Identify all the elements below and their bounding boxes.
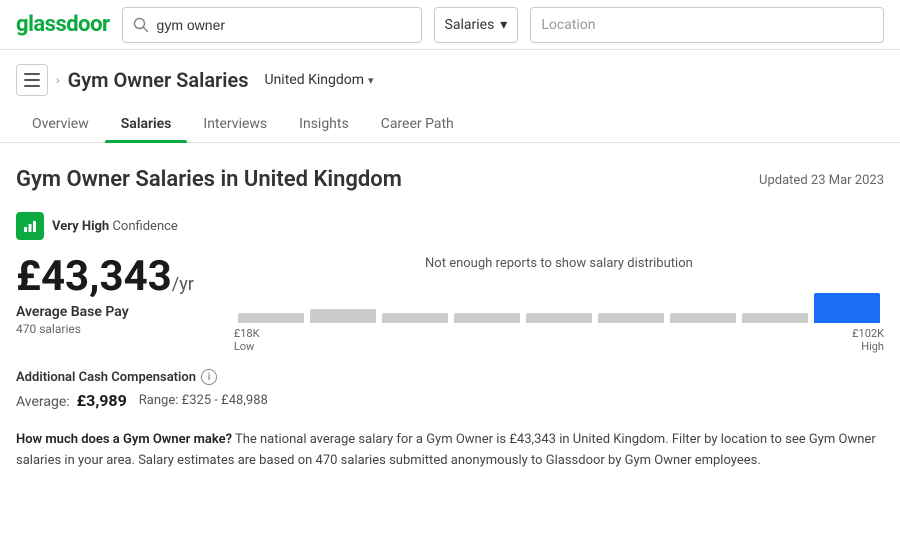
- location-badge[interactable]: United Kingdom ▾: [265, 72, 374, 88]
- location-badge-chevron: ▾: [368, 74, 374, 87]
- salary-display-row: £43,343/yr Average Base Pay 470 salaries…: [16, 256, 884, 353]
- chart-bar: [814, 293, 880, 323]
- salary-headline: Gym Owner Salaries in United Kingdom: [16, 167, 402, 192]
- avg-base-pay-label: Average Base Pay: [16, 304, 194, 320]
- info-icon[interactable]: i: [201, 369, 217, 385]
- chart-bar-icon: [22, 218, 38, 234]
- chart-bar: [670, 313, 736, 323]
- top-nav: glassdoor Salaries ▾ Location: [0, 0, 900, 50]
- chart-bars: [234, 283, 884, 323]
- main-content: Gym Owner Salaries in United Kingdom Upd…: [0, 143, 900, 488]
- tab-salaries[interactable]: Salaries: [105, 106, 188, 142]
- salary-headline-row: Gym Owner Salaries in United Kingdom Upd…: [16, 167, 884, 192]
- search-icon: [133, 17, 149, 33]
- description-text: How much does a Gym Owner make? The nati…: [16, 430, 884, 472]
- tab-overview[interactable]: Overview: [16, 106, 105, 142]
- chart-bar: [382, 313, 448, 323]
- chart-bar: [526, 313, 592, 323]
- category-label: Salaries: [445, 17, 495, 33]
- location-badge-text: United Kingdom: [265, 72, 365, 88]
- hamburger-line: [24, 73, 40, 75]
- hamburger-button[interactable]: [16, 64, 48, 96]
- salary-amount: £43,343/yr: [16, 256, 194, 298]
- salary-chart: Not enough reports to show salary distri…: [234, 256, 884, 353]
- chart-bar: [310, 309, 376, 323]
- updated-text: Updated 23 Mar 2023: [759, 173, 884, 188]
- chart-bar: [454, 313, 520, 323]
- chart-labels: £18K Low £102K High: [234, 327, 884, 353]
- additional-comp-row: Average: £3,989 Range: £325 - £48,988: [16, 391, 884, 410]
- chart-bar: [742, 313, 808, 323]
- search-input[interactable]: [157, 17, 411, 33]
- location-input-container[interactable]: Location: [530, 7, 884, 43]
- additional-comp-range: Range: £325 - £48,988: [139, 393, 268, 408]
- salary-left: £43,343/yr Average Base Pay 470 salaries: [16, 256, 194, 336]
- confidence-text: Very High Confidence: [52, 219, 178, 234]
- hamburger-line: [24, 85, 40, 87]
- category-chevron: ▾: [500, 17, 507, 33]
- breadcrumb-chevron: ›: [56, 73, 60, 87]
- confidence-icon: [16, 212, 44, 240]
- search-bar: [122, 7, 422, 43]
- chart-note: Not enough reports to show salary distri…: [234, 256, 884, 271]
- additional-comp-section: Additional Cash Compensation i Average: …: [16, 369, 884, 410]
- tab-interviews[interactable]: Interviews: [187, 106, 283, 142]
- page-title: Gym Owner Salaries: [68, 68, 249, 92]
- category-dropdown[interactable]: Salaries ▾: [434, 7, 519, 43]
- additional-comp-title: Additional Cash Compensation i: [16, 369, 884, 385]
- additional-comp-average: Average: £3,989: [16, 391, 127, 410]
- title-bar: › Gym Owner Salaries United Kingdom ▾: [0, 50, 900, 96]
- chart-label-low: £18K Low: [234, 327, 260, 353]
- glassdoor-logo: glassdoor: [16, 12, 110, 37]
- tab-career-path[interactable]: Career Path: [365, 106, 470, 142]
- location-placeholder: Location: [541, 17, 595, 33]
- tab-insights[interactable]: Insights: [283, 106, 365, 142]
- tabs-nav: Overview Salaries Interviews Insights Ca…: [0, 106, 900, 143]
- confidence-row: Very High Confidence: [16, 212, 884, 240]
- chart-bar: [238, 313, 304, 323]
- salary-count: 470 salaries: [16, 322, 194, 336]
- chart-label-high: £102K High: [852, 327, 884, 353]
- hamburger-line: [24, 79, 40, 81]
- chart-bar: [598, 313, 664, 323]
